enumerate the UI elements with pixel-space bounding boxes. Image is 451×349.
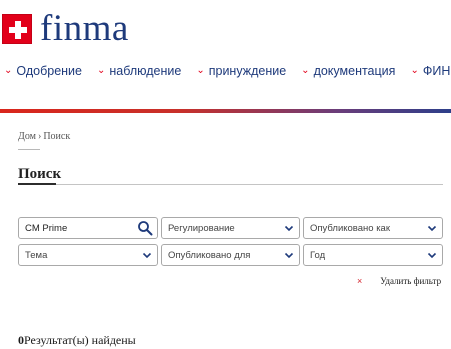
clear-filter-button[interactable]: × Удалить фильтр (357, 276, 441, 286)
results-text: Результат(ы) найдены (24, 333, 136, 347)
nav-item-label: Одобрение (16, 64, 82, 78)
breadcrumb: Дом › Поиск (18, 131, 70, 142)
chevron-down-icon: ⌄ (97, 64, 106, 76)
nav-item-documentation[interactable]: ⌄ документация (301, 64, 395, 78)
chevron-down-icon (427, 252, 437, 259)
title-underline (18, 183, 56, 185)
title-divider (18, 184, 443, 185)
nav-item-label: принуждение (208, 64, 287, 78)
logo-text: finma (40, 8, 129, 49)
close-icon: × (357, 276, 363, 286)
breadcrumb-separator: › (37, 131, 42, 142)
published-as-select-value: Опубликовано как (310, 222, 390, 234)
chevron-down-icon: ⌄ (301, 64, 310, 76)
chevron-down-icon (284, 252, 294, 259)
header-gradient-divider (0, 109, 451, 113)
main-navigation: ⌄ Одобрение ⌄ наблюдение ⌄ принуждение ⌄… (4, 64, 451, 78)
year-select-value: Год (310, 249, 326, 261)
published-as-select[interactable]: Опубликовано как (303, 217, 443, 239)
topic-select-value: Тема (25, 249, 48, 261)
regulation-select[interactable]: Регулирование (161, 217, 300, 239)
chevron-down-icon: ⌄ (410, 64, 419, 76)
breadcrumb-home-link[interactable]: Дом (18, 131, 36, 142)
chevron-down-icon (284, 225, 294, 232)
chevron-down-icon (142, 252, 152, 259)
published-for-select[interactable]: Опубликовано для (161, 244, 300, 266)
chevron-down-icon: ⌄ (196, 64, 205, 76)
swiss-cross-icon (2, 13, 32, 44)
search-icon[interactable] (137, 220, 153, 236)
nav-item-approval[interactable]: ⌄ Одобрение (4, 64, 82, 78)
chevron-down-icon: ⌄ (4, 64, 13, 76)
clear-filter-label: Удалить фильтр (380, 276, 442, 286)
regulation-select-value: Регулирование (168, 222, 235, 234)
nav-item-supervision[interactable]: ⌄ наблюдение (97, 64, 181, 78)
year-select[interactable]: Год (303, 244, 443, 266)
nav-item-label: ФИНМА (422, 64, 451, 78)
nav-item-label: наблюдение (109, 64, 182, 78)
breadcrumb-divider (18, 149, 40, 150)
finma-logo[interactable]: finma (2, 10, 129, 47)
breadcrumb-current: Поиск (43, 131, 71, 142)
page-title: Поиск (18, 166, 62, 182)
nav-item-label: документация (313, 64, 396, 78)
nav-item-enforcement[interactable]: ⌄ принуждение (196, 64, 286, 78)
published-for-select-value: Опубликовано для (168, 249, 251, 261)
search-input[interactable] (25, 222, 135, 234)
topic-select[interactable]: Тема (18, 244, 158, 266)
search-field (18, 217, 158, 239)
nav-item-finma[interactable]: ⌄ ФИНМА (410, 64, 451, 78)
results-summary: 0Результат(ы) найдены (18, 333, 136, 348)
chevron-down-icon (427, 225, 437, 232)
